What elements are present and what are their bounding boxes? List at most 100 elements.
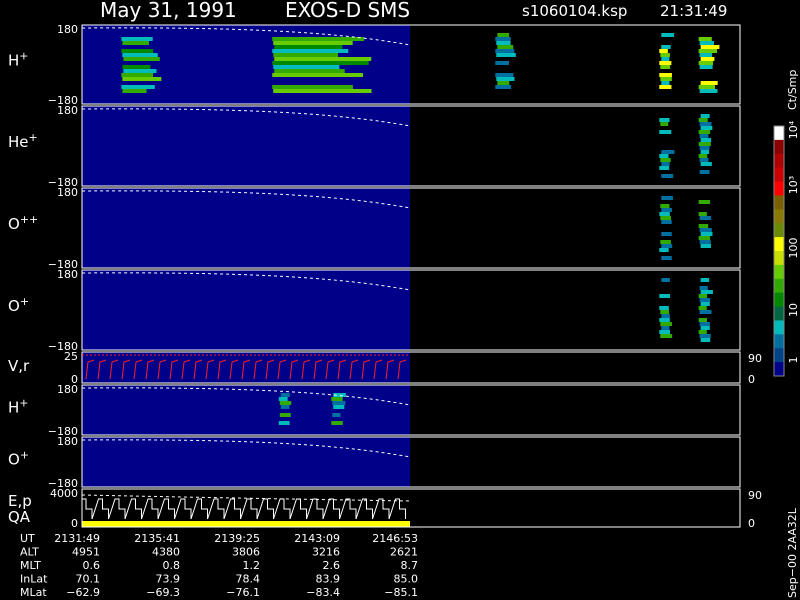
spectrogram-cell xyxy=(122,53,157,57)
footer-cell: 2135:41 xyxy=(134,532,180,545)
colorbar-segment xyxy=(774,154,784,168)
footer-table: UT 2131:49 2135:41 2139:25 2143:09 2146:53ALT… xyxy=(20,532,418,599)
footer-cell: 3806 xyxy=(232,546,260,559)
panel-species-label: O+ xyxy=(8,449,29,469)
spectrogram-cell xyxy=(699,142,711,146)
panel-species-label: He+ xyxy=(8,131,38,151)
footer-cell: −83.4 xyxy=(306,586,340,599)
colorbar-segment xyxy=(774,195,784,209)
footer-row-label: UT xyxy=(20,532,35,545)
spectrogram-cell xyxy=(700,65,713,69)
spectrogram-cell xyxy=(701,81,718,85)
spectrogram-cell xyxy=(661,220,671,224)
spectrogram-cell xyxy=(659,118,669,122)
colorbar-tick-label: 100 xyxy=(787,238,800,259)
footer-cell: 1.2 xyxy=(243,559,261,572)
colorbar-segment xyxy=(774,237,784,251)
footer-cell: 4380 xyxy=(152,546,180,559)
spectrogram-cell xyxy=(331,421,343,425)
spectrogram-cell xyxy=(699,212,707,216)
spectrogram-cell xyxy=(660,240,671,244)
spectrogram-cell xyxy=(280,401,291,405)
spectrogram-cell xyxy=(497,33,509,37)
footer-cell: −85.1 xyxy=(384,586,418,599)
footer-cell: 3216 xyxy=(312,546,340,559)
spectrogram-cell xyxy=(700,170,710,174)
footer-cell: −76.1 xyxy=(226,586,260,599)
footer-row-label: ALT xyxy=(20,546,39,559)
spectrogram-cell xyxy=(661,57,669,61)
spectrogram-cell xyxy=(701,232,713,236)
spectrogram-cell xyxy=(497,81,509,85)
spectrogram-cell xyxy=(659,49,668,53)
footer-cell: 2.6 xyxy=(323,559,341,572)
spectrogram-cell xyxy=(272,49,348,53)
spectrogram-cell xyxy=(699,224,709,228)
panel-vr: V,r250900 xyxy=(8,350,762,386)
spectrogram-cell xyxy=(699,236,710,240)
exos-d-sms-spectrogram: May 31, 1991 EXOS-D SMS s1060104.ksp 21:… xyxy=(0,0,800,600)
spectrogram-cell xyxy=(496,53,516,57)
spectrogram-cell xyxy=(273,89,371,93)
footer-cell: 85.0 xyxy=(394,573,419,586)
spectrogram-cell xyxy=(281,405,290,409)
footer-cell: 73.9 xyxy=(156,573,181,586)
spectrogram-cell xyxy=(122,89,146,93)
spectrogram-cell xyxy=(660,77,672,81)
spectrogram-cell xyxy=(497,45,513,49)
y-axis-max: 180 xyxy=(57,435,78,448)
spectrogram-cell xyxy=(700,298,711,302)
spectrogram-cell xyxy=(699,318,707,322)
spectrogram-cell xyxy=(700,53,712,57)
spectrogram-cell xyxy=(660,204,669,208)
spectrogram-cell xyxy=(659,248,668,252)
spectrogram-cell xyxy=(660,216,671,220)
spectrogram-cell xyxy=(701,338,711,342)
footer-cell: 83.9 xyxy=(316,573,341,586)
title-date: May 31, 1991 xyxy=(100,0,237,22)
colorbar-segment xyxy=(774,334,784,348)
colorbar-segment xyxy=(774,168,784,182)
spectrogram-cell xyxy=(701,162,712,166)
spectrogram-cell xyxy=(701,278,709,282)
spectrogram-cell xyxy=(661,162,669,166)
spectrogram-cell xyxy=(496,77,514,81)
spectrogram-cell xyxy=(700,286,708,290)
spectrogram-cell xyxy=(272,85,353,89)
spectrogram-cell xyxy=(122,65,150,69)
spectrogram-cell xyxy=(700,240,711,244)
side-note: Sep−00 2AA32L xyxy=(786,507,799,598)
panel-data-area xyxy=(82,106,410,186)
spectrogram-cell xyxy=(661,314,670,318)
spectrogram-cell xyxy=(331,397,342,401)
spectrogram-cell xyxy=(661,208,672,212)
panels-layer: H+180−180He+180−180O++180−180O+180−180V,… xyxy=(8,23,762,530)
panel-h-plus-2: H+180−180 xyxy=(8,383,740,438)
spectrogram-cell xyxy=(659,330,670,334)
spectrogram-cell xyxy=(659,130,671,134)
spectrogram-cell xyxy=(701,114,710,118)
spectrogram-cell xyxy=(661,33,674,37)
spectrogram-cell xyxy=(659,306,669,310)
footer-cell: 70.1 xyxy=(76,573,101,586)
spectrogram-cell xyxy=(700,228,712,232)
spectrogram-cell xyxy=(701,126,713,130)
colorbar-tick-label: 10⁴ xyxy=(787,120,800,139)
panel-species-label: H+ xyxy=(8,50,29,70)
y-axis-max: 180 xyxy=(57,23,78,36)
spectrogram-cell xyxy=(661,256,671,260)
spectrogram-cell xyxy=(495,37,510,41)
right-axis-max: 90 xyxy=(748,489,762,502)
colorbar-tick-label: 10³ xyxy=(787,176,800,194)
spectrogram-cell xyxy=(699,118,708,122)
spectrogram-cell xyxy=(123,69,156,73)
spectrogram-cell xyxy=(280,413,291,417)
footer-cell: 2131:49 xyxy=(54,532,100,545)
panel-data-area xyxy=(82,352,410,383)
spectrogram-cell xyxy=(699,130,711,134)
right-axis-max: 90 xyxy=(748,352,762,365)
colorbar-segment xyxy=(774,140,784,154)
spectrogram-cell xyxy=(699,200,710,204)
spectrogram-cell xyxy=(700,322,710,326)
y-axis-min: 0 xyxy=(71,517,78,530)
